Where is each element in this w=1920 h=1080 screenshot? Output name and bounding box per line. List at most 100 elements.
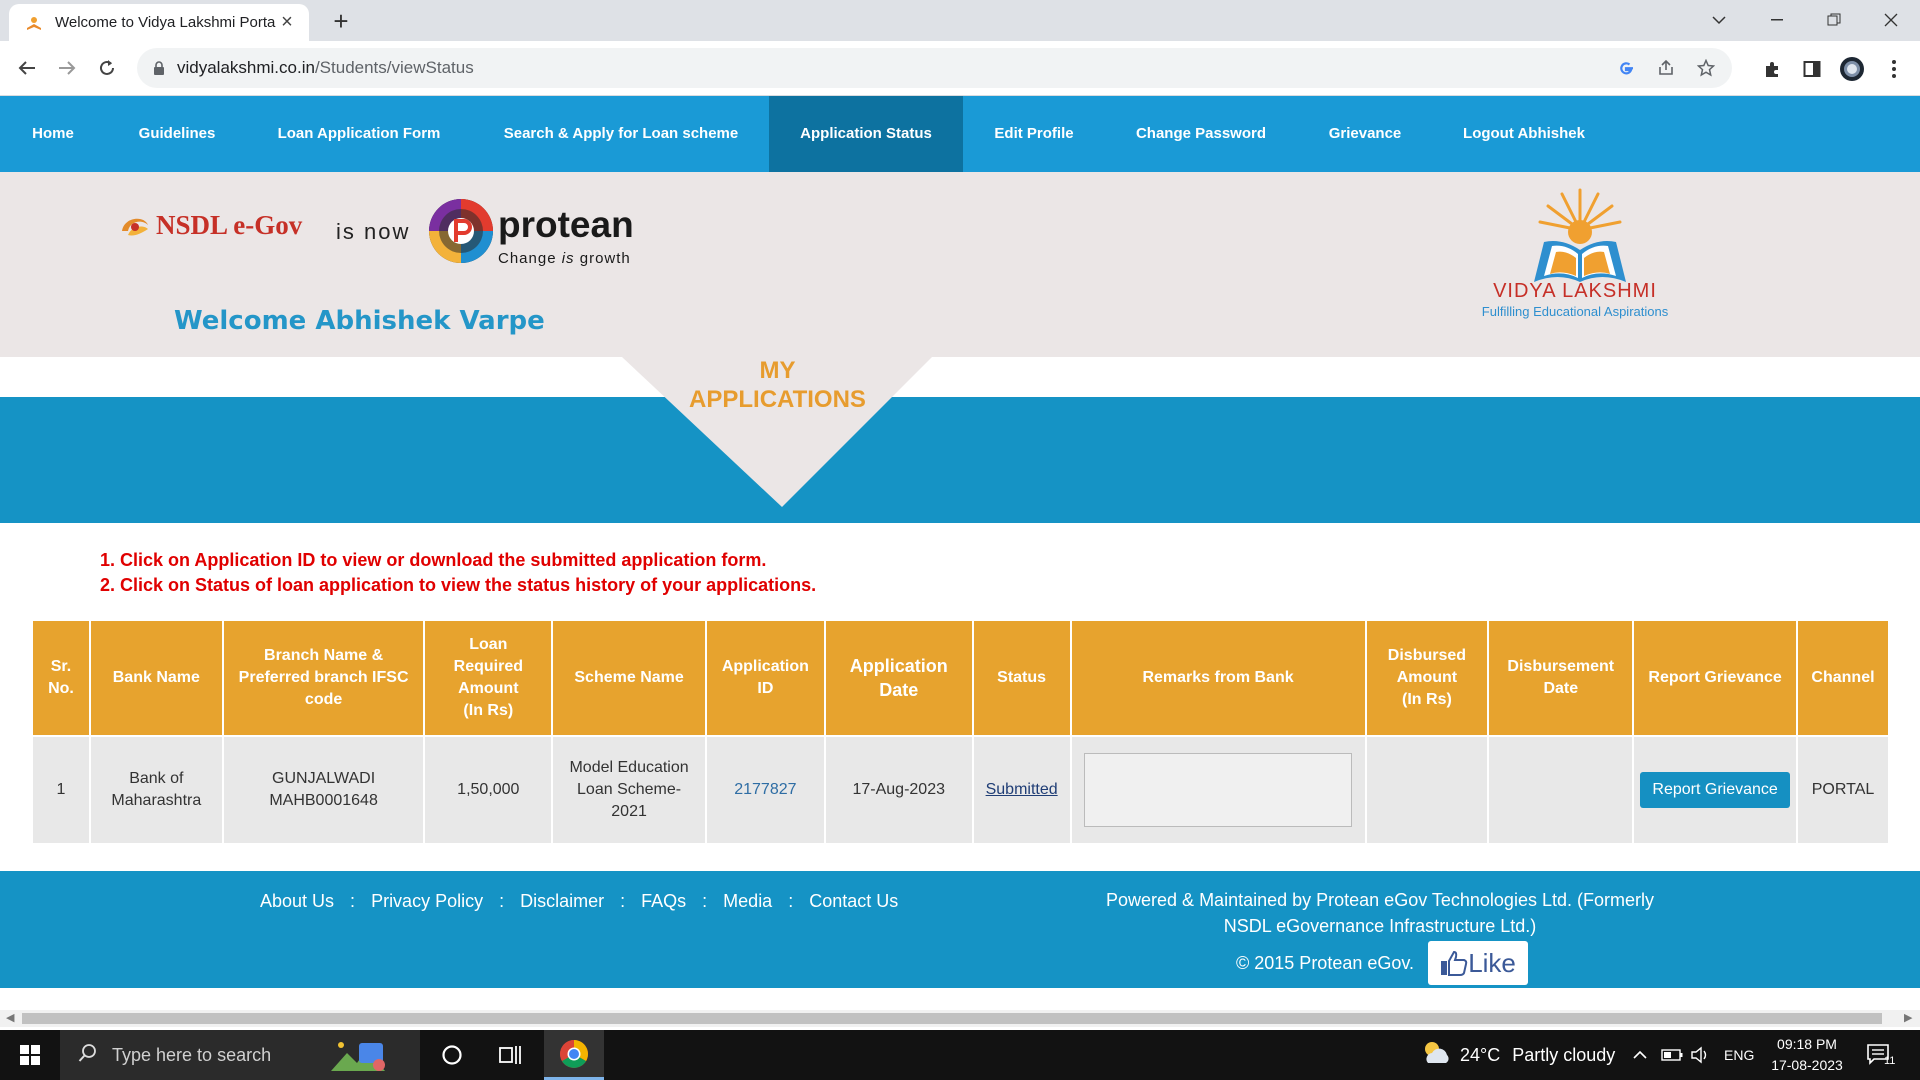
side-panel-icon[interactable] [1798,55,1826,83]
scroll-right-arrow-icon[interactable]: ▶ [1904,1011,1912,1024]
share-icon[interactable] [1654,56,1678,80]
language-indicator[interactable]: ENG [1724,1030,1754,1080]
cell-sr-no: 1 [31,735,91,845]
application-id-link[interactable]: 2177827 [734,781,796,798]
taskbar-search-box[interactable]: Type here to search [60,1030,420,1080]
status-link[interactable]: Submitted [986,781,1058,798]
google-icon[interactable] [1614,56,1638,80]
copyright-row: © 2015 Protean eGov. Like [1236,941,1529,985]
footer-media[interactable]: Media [723,891,772,912]
footer-contact-us[interactable]: Contact Us [809,891,898,912]
horizontal-scrollbar[interactable]: ◀ ▶ [0,1010,1920,1027]
footer-separator: : [788,891,794,911]
chrome-menu-dots-icon[interactable] [1880,55,1908,83]
instructions: 1. Click on Application ID to view or do… [100,548,816,598]
bookmark-star-icon[interactable] [1694,56,1718,80]
nav-guidelines[interactable]: Guidelines [113,96,241,172]
clock-time: 09:18 PM [1777,1036,1837,1052]
search-highlight-icon[interactable] [329,1033,387,1078]
task-view-icon[interactable] [482,1030,538,1080]
th-remarks: Remarks from Bank [1069,619,1367,737]
like-label: Like [1468,947,1516,978]
cell-loan-amount: 1,50,000 [423,735,554,845]
facebook-like-button[interactable]: Like [1428,941,1529,985]
th-scheme-name: Scheme Name [551,619,707,737]
footer-about-us[interactable]: About Us [260,891,334,912]
table-row: 1 Bank of Maharashtra GUNJALWADI MAHB00016… [31,735,1891,845]
thumbs-up-icon [1441,950,1468,976]
lock-icon [153,60,165,76]
banner-triangle-shape [622,357,932,507]
nav-search-apply-loan-scheme[interactable]: Search & Apply for Loan scheme [482,96,760,172]
minimize-icon[interactable] [1755,4,1799,36]
protean-wordmark: protean [498,204,634,245]
nav-logout[interactable]: Logout Abhishek [1450,96,1598,172]
nav-home[interactable]: Home [0,96,106,172]
report-grievance-button[interactable]: Report Grievance [1640,772,1790,808]
url-path: /Students/viewStatus [314,58,474,77]
nav-edit-profile[interactable]: Edit Profile [975,96,1093,172]
powered-by-text: Powered & Maintained by Protean eGov Tec… [1106,890,1654,936]
volume-icon[interactable] [1690,1030,1710,1080]
back-arrow-icon[interactable] [12,53,42,83]
cell-disbursed-amount [1364,735,1490,845]
cortana-circle-icon[interactable] [424,1030,480,1080]
footer-separator: : [499,891,505,911]
nav-grievance[interactable]: Grievance [1311,96,1419,172]
partly-cloudy-icon [1420,1039,1452,1072]
taskbar-clock[interactable]: 09:18 PM 17-08-2023 [1752,1034,1862,1076]
tab-search-chevron-icon[interactable] [1697,4,1741,36]
forward-arrow-icon[interactable] [52,53,82,83]
extensions-puzzle-icon[interactable] [1758,55,1786,83]
windows-start-icon[interactable] [0,1030,60,1080]
browser-tab-active[interactable]: Welcome to Vidya Lakshmi Porta × [9,4,309,41]
cell-channel: PORTAL [1795,735,1891,845]
th-report-grievance: Report Grievance [1632,619,1798,737]
cell-application-date: 17-Aug-2023 [823,735,974,845]
footer-faqs[interactable]: FAQs [641,891,686,912]
site-nav: Home Guidelines Loan Application Form Se… [0,96,1920,172]
th-disbursed-amount: Disbursed Amount (In Rs) [1364,619,1490,737]
notification-center-icon[interactable]: 11 [1866,1030,1895,1080]
scroll-left-arrow-icon[interactable]: ◀ [6,1011,14,1024]
footer-privacy-policy[interactable]: Privacy Policy [371,891,483,912]
tray-chevron-up-icon[interactable] [1633,1030,1647,1080]
th-sr-no: Sr. No. [31,619,91,737]
reload-icon[interactable] [92,53,122,83]
clock-date: 17-08-2023 [1771,1057,1843,1073]
copyright-text: © 2015 Protean eGov. [1236,952,1415,973]
th-channel: Channel [1795,619,1891,737]
nav-change-password[interactable]: Change Password [1117,96,1285,172]
profile-avatar[interactable] [1838,55,1866,83]
nav-application-status[interactable]: Application Status [769,96,963,172]
windows-taskbar: Type here to search 24°C Partly cloudy E… [0,1030,1920,1080]
footer-separator: : [350,891,356,911]
remarks-textarea[interactable] [1084,753,1353,827]
site-footer: About Us : Privacy Policy : Disclaimer :… [0,871,1920,988]
weather-widget[interactable]: 24°C Partly cloudy [1420,1030,1615,1080]
address-bar[interactable]: vidyalakshmi.co.in/Students/viewStatus [137,48,1732,88]
new-tab-plus-icon[interactable]: + [326,6,356,36]
footer-links: About Us : Privacy Policy : Disclaimer :… [260,891,898,912]
th-application-date: Application Date [823,619,974,737]
scrollbar-thumb[interactable] [22,1013,1882,1024]
vidya-lakshmi-title: VIDYA LAKSHMI [1493,280,1657,302]
th-disbursement-date: Disbursement Date [1487,619,1635,737]
restore-icon[interactable] [1812,4,1856,36]
th-bank-name: Bank Name [88,619,224,737]
protean-tagline: Change is growth [498,250,631,267]
is-now-text: is now [336,219,411,244]
nav-loan-application-form[interactable]: Loan Application Form [262,96,456,172]
tab-close-icon[interactable]: × [277,11,297,34]
close-window-icon[interactable] [1869,4,1913,36]
th-application-id: Application ID [704,619,826,737]
instruction-1: 1. Click on Application ID to view or do… [100,550,767,570]
chrome-taskbar-icon[interactable] [544,1030,604,1080]
tab-title: Welcome to Vidya Lakshmi Porta [55,14,276,31]
browser-toolbar: vidyalakshmi.co.in/Students/viewStatus [0,41,1920,96]
th-branch: Branch Name & Preferred branch IFSC code [221,619,426,737]
cell-application-id: 2177827 [704,735,826,845]
url-domain: vidyalakshmi.co.in [177,58,315,77]
footer-disclaimer[interactable]: Disclaimer [520,891,604,912]
battery-icon[interactable] [1661,1030,1683,1080]
